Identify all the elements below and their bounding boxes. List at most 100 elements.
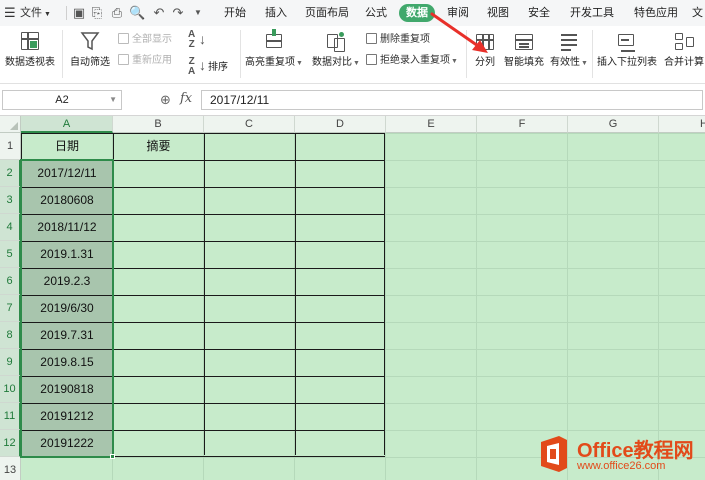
data-compare-button[interactable]: 数据对比▼ [309,28,363,70]
row-header-2[interactable]: 2 [0,160,21,187]
row-header-11[interactable]: 11 [0,403,21,430]
auto-filter-label: 自动筛选 [70,57,110,68]
spreadsheet-grid: ABCDEFGH 1 2 3 4 5 6 7 8 9 10 11 12 13 日期 摘要 2017/12/1… [0,116,705,480]
hamburger-menu-icon[interactable]: ☰ [4,0,16,26]
pivot-table-icon [19,28,41,54]
row-header-3[interactable]: 3 [0,187,21,214]
row-header-12[interactable]: 12 [0,430,21,457]
export-icon[interactable]: ⎘ [89,5,105,21]
watermark-brand: Office教程网 [577,440,694,462]
column-header-c[interactable]: C [204,116,295,133]
validation-button[interactable]: 有效性▼ [550,28,588,70]
column-header-h[interactable]: H [659,116,705,133]
smart-fill-label: 智能填充 [504,57,544,68]
column-header-g[interactable]: G [568,116,659,133]
column-header-f[interactable]: F [477,116,568,133]
tab-page-layout[interactable]: 页面布局 [305,0,349,26]
zoom-icon[interactable]: ⊕ [160,92,171,108]
row-header-1[interactable]: 1 [0,133,21,160]
formula-input[interactable]: 2017/12/11 [201,90,703,110]
name-box[interactable]: A2 ▼ [2,90,122,110]
save-icon[interactable]: ▣ [71,5,87,21]
reapply-label: 重新应用 [132,55,172,66]
row-header-8[interactable]: 8 [0,322,21,349]
tab-home[interactable]: 开始 [224,0,246,26]
consolidate-label: 合并计算 [664,57,704,68]
insert-dropdown-label: 插入下拉列表 [597,57,657,68]
selection-box [20,159,114,458]
formula-bar: A2 ▼ ⊕ fx 2017/12/11 [0,84,705,116]
quick-access-more-icon[interactable]: ▼ [190,5,206,21]
split-column-button[interactable]: 分列 [472,28,498,69]
tab-data[interactable]: 数据 [399,4,435,22]
cell-a1[interactable]: 日期 [21,133,113,160]
pivot-table-button[interactable]: 数据透视表 [4,28,56,69]
row-header-7[interactable]: 7 [0,295,21,322]
fill-handle[interactable] [110,454,115,459]
print-icon[interactable]: ⎙ [109,5,125,21]
watermark-logo: Office教程网 www.office26.com [537,432,705,478]
column-header-b[interactable]: B [113,116,204,133]
sort-desc-icon: ZA [188,56,196,77]
column-header-d[interactable]: D [295,116,386,133]
fx-icon[interactable]: fx [180,91,192,106]
insert-dropdown-button[interactable]: 插入下拉列表 [596,28,658,69]
pivot-table-label: 数据透视表 [5,57,55,68]
reapply-icon [118,54,129,65]
name-box-dropdown-icon[interactable]: ▼ [109,91,117,109]
smart-fill-icon [513,28,535,54]
validation-label: 有效性 [550,57,581,68]
delete-duplicates-label: 删除重复项 [380,34,430,45]
tab-security[interactable]: 安全 [528,0,550,26]
auto-filter-button[interactable]: 自动筛选 [68,28,112,69]
delete-duplicates-button[interactable]: 删除重复项 [366,32,430,48]
highlight-duplicates-icon [263,28,285,54]
tab-more[interactable]: 文 [692,0,703,26]
sort-label: 排序 [208,62,228,73]
file-menu[interactable]: 文件 ▼ [20,0,51,26]
data-table: 日期 摘要 2017/12/11 20180608 2018/11/12 2019.1.3… [20,133,385,459]
row-header-10[interactable]: 10 [0,376,21,403]
office-logo-icon [541,436,567,472]
cell-b1[interactable]: 摘要 [113,133,204,160]
menu-bar: ☰ 文件 ▼ ▣ ⎘ ⎙ 🔍 ↶ ↷ ▼ 开始 插入 页面布局 公式 数据 审阅 … [0,0,705,26]
tab-review[interactable]: 审阅 [447,0,469,26]
delete-duplicates-icon [366,33,377,44]
row-header-9[interactable]: 9 [0,349,21,376]
insert-dropdown-icon [616,28,638,54]
row-header-13[interactable]: 13 [0,457,21,480]
reject-duplicates-button[interactable]: 拒绝录入重复项▼ [366,53,458,69]
show-all-label: 全部显示 [132,34,172,45]
highlight-duplicates-button[interactable]: 高亮重复项▼ [245,28,303,70]
redo-icon[interactable]: ↷ [170,5,186,21]
column-header-a[interactable]: A [21,116,113,133]
tab-developer[interactable]: 开发工具 [570,0,614,26]
row-header-5[interactable]: 5 [0,241,21,268]
ribbon-toolbar: 数据透视表 自动筛选 全部显示 重新应用 AZ ↓ ZA ↓ 排序 高亮重复项▼ [0,26,705,84]
show-all-icon [118,33,129,44]
split-column-icon [474,28,496,54]
print-preview-icon[interactable]: 🔍 [129,5,145,21]
sort-asc-icon: AZ [188,29,196,50]
reapply-button[interactable]: 重新应用 [118,53,172,69]
tab-features[interactable]: 特色应用 [634,0,678,26]
data-compare-icon [325,28,347,54]
show-all-button[interactable]: 全部显示 [118,32,172,48]
tab-view[interactable]: 视图 [487,0,509,26]
row-header-4[interactable]: 4 [0,214,21,241]
consolidate-button[interactable]: 合并计算 [663,28,705,69]
smart-fill-button[interactable]: 智能填充 [503,28,545,69]
row-header-6[interactable]: 6 [0,268,21,295]
column-header-e[interactable]: E [386,116,477,133]
consolidate-icon [673,28,695,54]
reject-duplicates-label: 拒绝录入重复项 [380,55,450,66]
tab-insert[interactable]: 插入 [265,0,287,26]
select-all-corner[interactable] [0,116,21,133]
sort-arrow-icon: ↓ [199,31,206,47]
undo-icon[interactable]: ↶ [151,5,167,21]
watermark-url: www.office26.com [577,460,666,472]
validation-icon [558,28,580,54]
name-box-value: A2 [55,94,69,106]
file-menu-label: 文件 [20,7,42,19]
tab-formulas[interactable]: 公式 [365,0,387,26]
